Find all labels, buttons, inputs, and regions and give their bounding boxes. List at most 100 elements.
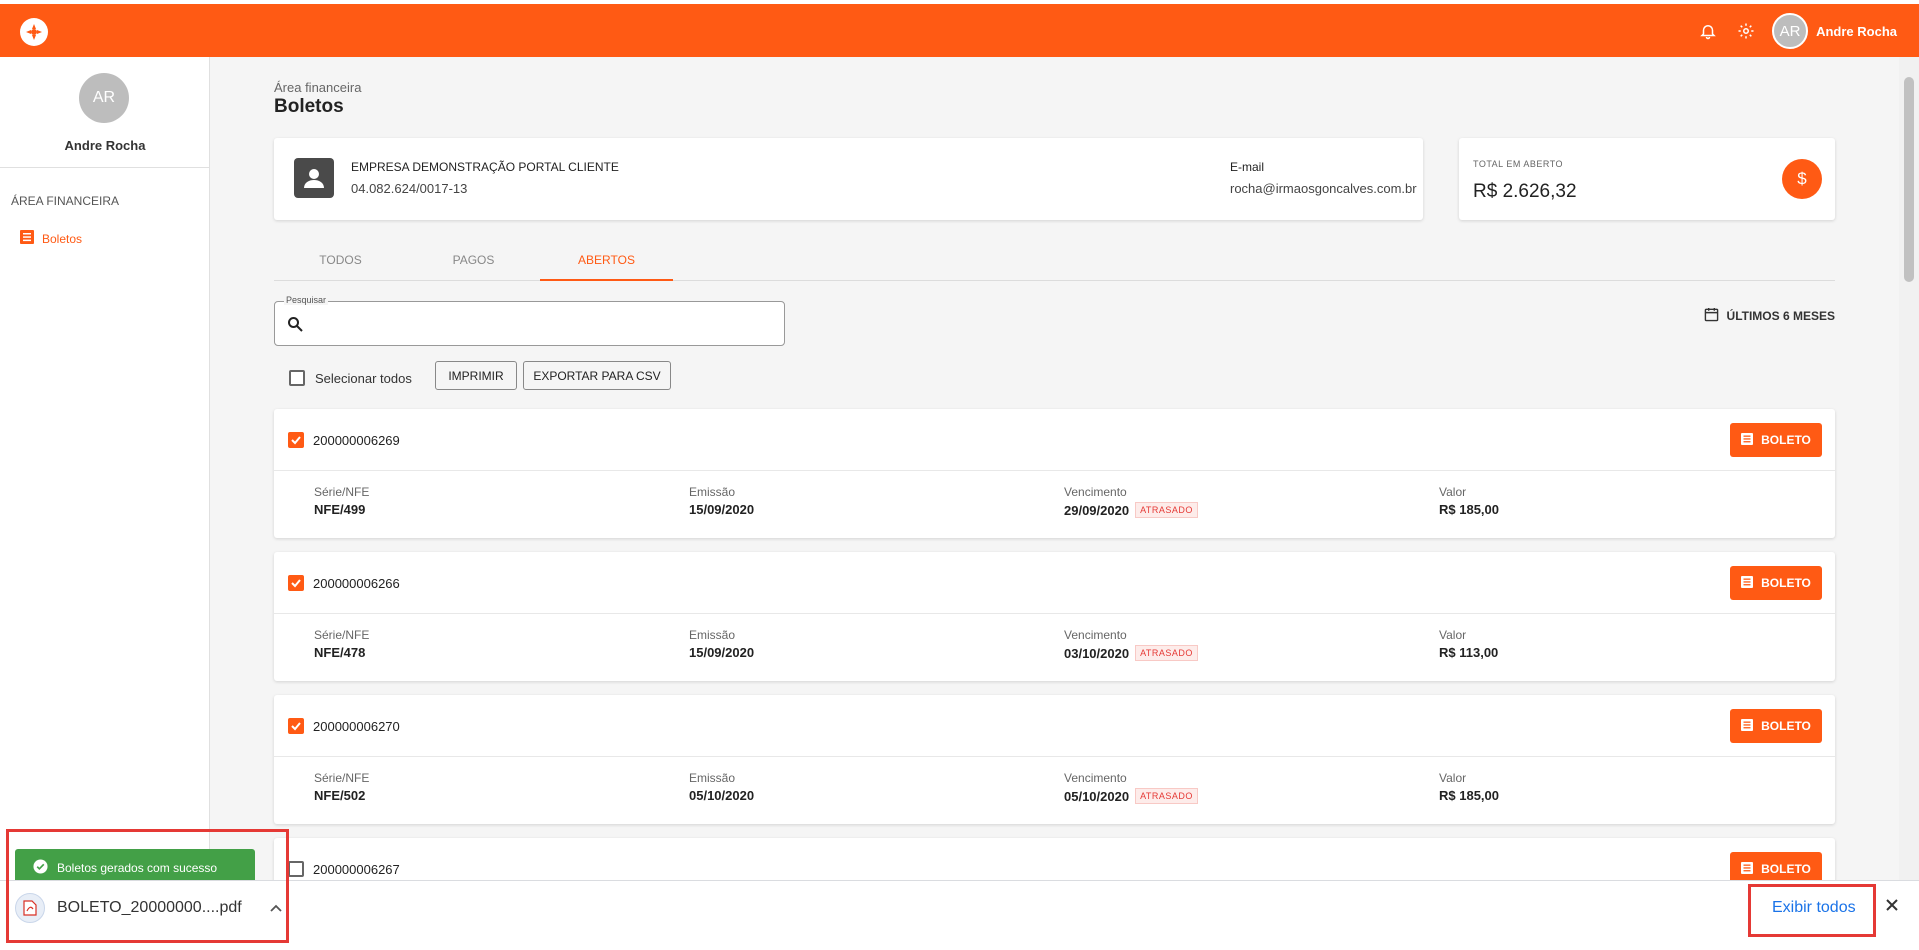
select-all-label: Selecionar todos	[315, 370, 412, 386]
emissao-value: 15/09/2020	[689, 645, 755, 660]
calendar-icon	[1704, 307, 1719, 325]
valor-value: R$ 185,00	[1439, 502, 1499, 517]
search-input[interactable]	[313, 312, 763, 336]
boleto-button[interactable]: BOLETO	[1730, 423, 1822, 457]
vencimento-value: 05/10/2020	[1064, 788, 1130, 804]
list-icon	[20, 230, 34, 247]
valor-value: R$ 113,00	[1439, 645, 1499, 660]
boleto-checkbox[interactable]	[288, 718, 304, 734]
document-icon	[1741, 718, 1754, 734]
select-all[interactable]: Selecionar todos	[289, 370, 412, 386]
valor-column: Valor R$ 185,00	[1439, 485, 1499, 517]
gear-icon[interactable]	[1734, 19, 1758, 43]
flower-logo-icon[interactable]	[20, 18, 48, 46]
vencimento-label: Vencimento	[1064, 628, 1127, 642]
vencimento-column: Vencimento 05/10/2020 ATRASADO	[1064, 771, 1198, 804]
boleto-number: 200000006267	[313, 862, 400, 877]
serie-column: Série/NFE NFE/499	[314, 485, 369, 517]
close-icon[interactable]	[1885, 898, 1899, 917]
serie-column: Série/NFE NFE/502	[314, 771, 369, 803]
emissao-column: Emissão 15/09/2020	[689, 485, 754, 517]
sidebar: AR Andre Rocha ÁREA FINANCEIRA Boletos	[0, 57, 210, 950]
document-icon	[1741, 432, 1754, 448]
company-name: EMPRESA DEMONSTRAÇÃO PORTAL CLIENTE	[351, 160, 619, 174]
user-name[interactable]: Andre Rocha	[1816, 24, 1897, 39]
search-field[interactable]: Pesquisar	[274, 295, 785, 346]
sidebar-item-label: Boletos	[42, 231, 83, 246]
highlight-box	[6, 829, 289, 943]
boleto-number: 200000006270	[313, 719, 400, 734]
avatar[interactable]: AR	[1772, 13, 1809, 49]
boleto-button[interactable]: BOLETO	[1730, 566, 1822, 600]
tab-todos[interactable]: TODOS	[274, 244, 407, 281]
boleto-number: 200000006269	[313, 433, 400, 448]
sidebar-divider	[0, 167, 210, 168]
export-csv-button[interactable]: EXPORTAR PARA CSV	[523, 361, 671, 390]
period-label: ÚLTIMOS 6 MESES	[1726, 309, 1835, 323]
sidebar-section-title: ÁREA FINANCEIRA	[11, 194, 120, 208]
total-value: R$ 2.626,32	[1473, 181, 1577, 202]
total-label: TOTAL EM ABERTO	[1473, 159, 1564, 169]
breadcrumb: Área financeira	[274, 80, 362, 95]
vencimento-value: 29/09/2020	[1064, 502, 1130, 518]
document-icon	[1741, 575, 1754, 591]
boleto-checkbox[interactable]	[288, 575, 304, 591]
serie-column: Série/NFE NFE/478	[314, 628, 369, 660]
email-value: rocha@irmaosgoncalves.com.br	[1230, 181, 1417, 196]
page-title: Boletos	[274, 96, 344, 117]
boleto-button-label: BOLETO	[1761, 433, 1811, 447]
serie-label: Série/NFE	[314, 485, 370, 499]
emissao-column: Emissão 15/09/2020	[689, 628, 754, 660]
valor-column: Valor R$ 113,00	[1439, 628, 1498, 660]
select-all-checkbox[interactable]	[289, 370, 305, 386]
company-document: 04.082.624/0017-13	[351, 181, 468, 196]
scroll-thumb[interactable]	[1904, 77, 1914, 282]
emissao-label: Emissão	[689, 485, 736, 499]
dollar-icon: $	[1782, 159, 1822, 199]
boleto-card: 200000006270 BOLETO Série/NFE NFE/502 Em…	[274, 695, 1835, 824]
boleto-header: 200000006266 BOLETO	[274, 552, 1835, 614]
search-label: Pesquisar	[284, 295, 329, 305]
boleto-checkbox[interactable]	[288, 861, 304, 877]
boleto-button-label: BOLETO	[1761, 719, 1811, 733]
sidebar-item-boletos[interactable]: Boletos	[20, 230, 82, 247]
boleto-button[interactable]: BOLETO	[1730, 709, 1822, 743]
contact-card-icon	[294, 158, 334, 198]
page-scrollbar[interactable]	[1899, 57, 1919, 950]
emissao-column: Emissão 05/10/2020	[689, 771, 754, 803]
boleto-card: 200000006266 BOLETO Série/NFE NFE/478 Em…	[274, 552, 1835, 681]
period-filter[interactable]: ÚLTIMOS 6 MESES	[1704, 307, 1835, 325]
boleto-header: 200000006269 BOLETO	[274, 409, 1835, 471]
serie-value: NFE/478	[314, 645, 366, 660]
print-button[interactable]: IMPRIMIR	[435, 361, 517, 390]
boleto-number: 200000006266	[313, 576, 400, 591]
serie-label: Série/NFE	[314, 628, 370, 642]
late-badge: ATRASADO	[1135, 502, 1198, 518]
search-icon	[287, 316, 303, 337]
company-card: EMPRESA DEMONSTRAÇÃO PORTAL CLIENTE 04.0…	[274, 138, 1423, 220]
valor-label: Valor	[1439, 771, 1467, 785]
vencimento-row: 29/09/2020 ATRASADO	[1064, 502, 1198, 518]
total-card: TOTAL EM ABERTO R$ 2.626,32 $	[1459, 138, 1835, 220]
emissao-label: Emissão	[689, 628, 736, 642]
email-label: E-mail	[1230, 160, 1265, 174]
vencimento-row: 03/10/2020 ATRASADO	[1064, 645, 1198, 661]
boleto-button-label: BOLETO	[1761, 576, 1811, 590]
valor-label: Valor	[1439, 485, 1467, 499]
tab-abertos[interactable]: ABERTOS	[540, 244, 673, 281]
boleto-button-label: BOLETO	[1761, 862, 1811, 876]
vencimento-label: Vencimento	[1064, 771, 1127, 785]
vencimento-value: 03/10/2020	[1064, 645, 1130, 661]
emissao-value: 15/09/2020	[689, 502, 755, 517]
boleto-checkbox[interactable]	[288, 432, 304, 448]
vencimento-label: Vencimento	[1064, 485, 1127, 499]
document-icon	[1741, 861, 1754, 877]
highlight-box	[1748, 884, 1876, 937]
sidebar-avatar: AR	[79, 73, 129, 123]
bell-icon[interactable]	[1696, 19, 1720, 43]
late-badge: ATRASADO	[1135, 645, 1198, 661]
tab-pagos[interactable]: PAGOS	[407, 244, 540, 281]
boleto-card: 200000006269 BOLETO Série/NFE NFE/499 Em…	[274, 409, 1835, 538]
vencimento-column: Vencimento 03/10/2020 ATRASADO	[1064, 628, 1198, 661]
valor-label: Valor	[1439, 628, 1467, 642]
